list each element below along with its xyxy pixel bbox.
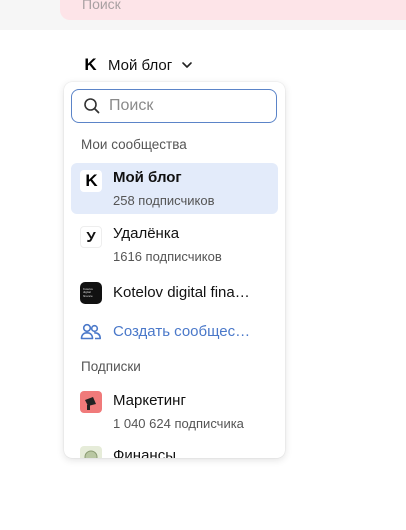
megaphone-icon (80, 391, 102, 413)
subscription-item-finance[interactable]: Финансы (71, 442, 278, 458)
subscription-item-marketing[interactable]: Маркетинг 1 040 624 подписчика (71, 384, 278, 435)
search-icon (84, 98, 100, 114)
community-name: Kotelov digital fina… (113, 284, 250, 301)
subscription-name: Маркетинг (113, 392, 186, 409)
communities-section-title: Мои сообщества (81, 137, 187, 152)
top-search-placeholder: Поиск (82, 0, 121, 12)
kotelov-logo-icon: Kotelov digital finance (80, 282, 102, 304)
create-community-label: Создать сообщес… (113, 323, 251, 340)
community-subscribers: 258 подписчиков (113, 193, 215, 208)
subscriptions-section-title: Подписки (81, 359, 141, 374)
community-name: Удалёнка (113, 225, 180, 242)
community-subscribers: 1616 подписчиков (113, 249, 222, 264)
create-community-button[interactable]: Создать сообщес… (71, 316, 278, 348)
subscription-name: Финансы (113, 447, 176, 458)
dropdown-search-input[interactable] (109, 97, 259, 115)
blog-switcher-dropdown: Мои сообщества K Мой блог 258 подписчико… (64, 82, 285, 458)
dropdown-search-field[interactable] (71, 89, 277, 123)
community-item-my-blog[interactable]: K Мой блог 258 подписчиков (71, 163, 278, 214)
udalenka-logo-icon: У (80, 226, 102, 248)
coin-icon (80, 446, 102, 458)
community-item-kotelov[interactable]: Kotelov digital finance Kotelov digital … (71, 276, 278, 310)
community-item-udalenka[interactable]: У Удалёнка 1616 подписчиков (71, 217, 278, 268)
community-name: Мой блог (113, 169, 182, 186)
blog-switcher-button[interactable]: K Мой блог (80, 54, 194, 76)
my-blog-logo-icon: K (80, 170, 102, 192)
subscription-subscribers: 1 040 624 подписчика (113, 416, 244, 431)
blog-switcher-label: Мой блог (108, 56, 173, 74)
top-search-field[interactable]: Поиск (60, 0, 406, 20)
blog-logo-icon: K (80, 55, 100, 75)
add-people-icon (80, 323, 101, 340)
chevron-down-icon (182, 62, 193, 68)
